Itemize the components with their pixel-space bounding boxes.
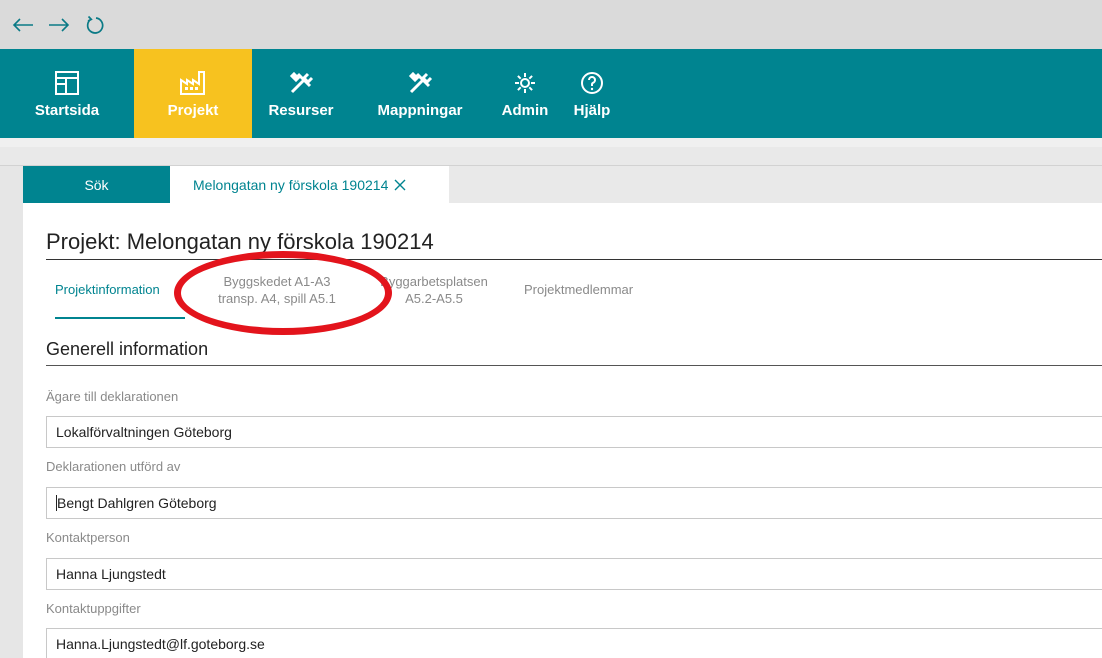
nav-item-resurser[interactable]: Resurser [252, 49, 350, 138]
subtab-label: Projektmedlemmar [524, 282, 634, 297]
tab-project[interactable]: Melongatan ny förskola 190214 [170, 166, 449, 203]
subtab-byggarbetsplatsen[interactable]: Byggarbetsplatsen A5.2-A5.5 [374, 273, 494, 307]
subtab-label: Projektinformation [55, 282, 160, 297]
document-tabs: Sök Melongatan ny förskola 190214 [23, 166, 1102, 203]
project-panel: Projekt: Melongatan ny förskola 190214 P… [23, 203, 1102, 658]
contact-person-field[interactable]: Hanna Ljungstedt [46, 558, 1102, 590]
tab-label: Melongatan ny förskola 190214 [193, 176, 389, 193]
dashboard-icon [54, 68, 80, 98]
subtab-label: Byggskedet A1-A3 [223, 274, 331, 289]
contact-person-label: Kontaktperson [46, 530, 130, 545]
subtab-sublabel: A5.2-A5.5 [405, 291, 463, 306]
nav-label: Admin [501, 102, 549, 119]
project-subtabs: Projektinformation Byggskedet A1-A3 tran… [46, 273, 1102, 319]
field-value: Bengt Dahlgren Göteborg [57, 495, 217, 511]
performed-by-label: Deklarationen utförd av [46, 459, 181, 474]
nav-label: Mappningar [377, 102, 463, 119]
field-value: Hanna Ljungstedt [56, 566, 166, 582]
close-icon[interactable] [394, 179, 406, 191]
nav-item-admin[interactable]: Admin [490, 49, 560, 138]
field-value: Hanna.Ljungstedt@lf.goteborg.se [56, 636, 265, 652]
section-title: Generell information [46, 339, 209, 359]
divider [46, 259, 1102, 260]
performed-by-field[interactable]: Bengt Dahlgren Göteborg [46, 487, 1102, 519]
active-tab-indicator [55, 317, 185, 319]
arrow-left-icon[interactable] [12, 14, 34, 36]
tools-icon [407, 68, 433, 98]
tools-icon [288, 68, 314, 98]
contact-details-field[interactable]: Hanna.Ljungstedt@lf.goteborg.se [46, 628, 1102, 658]
help-icon [580, 68, 604, 98]
subtab-projektmedlemmar[interactable]: Projektmedlemmar [524, 281, 674, 298]
left-gutter [0, 166, 23, 658]
nav-item-hjalp[interactable]: Hjälp [560, 49, 624, 138]
subtab-label: Byggarbetsplatsen [380, 274, 488, 289]
subtab-sublabel: transp. A4, spill A5.1 [218, 291, 336, 306]
gear-icon [513, 68, 537, 98]
subtab-projektinformation[interactable]: Projektinformation [55, 281, 185, 319]
tab-label: Sök [84, 176, 109, 193]
divider [46, 365, 1102, 366]
main-navigation: Startsida Projekt Resurser Mappningar Ad… [0, 49, 1102, 138]
field-value: Lokalförvaltningen Göteborg [56, 424, 232, 440]
subtab-byggskedet[interactable]: Byggskedet A1-A3 transp. A4, spill A5.1 [202, 273, 352, 307]
nav-item-startsida[interactable]: Startsida [0, 49, 134, 138]
refresh-icon[interactable] [84, 14, 106, 36]
sub-header-bar [0, 138, 1102, 166]
nav-label: Resurser [268, 102, 334, 119]
arrow-right-icon[interactable] [48, 14, 70, 36]
nav-label: Hjälp [573, 102, 611, 119]
page-title: Projekt: Melongatan ny förskola 190214 [46, 229, 434, 254]
nav-item-projekt[interactable]: Projekt [134, 49, 252, 138]
browser-toolbar [0, 0, 1102, 49]
owner-field[interactable]: Lokalförvaltningen Göteborg [46, 416, 1102, 448]
nav-label: Projekt [167, 102, 219, 119]
tab-search[interactable]: Sök [23, 166, 170, 203]
nav-item-mappningar[interactable]: Mappningar [350, 49, 490, 138]
owner-label: Ägare till deklarationen [46, 389, 179, 404]
nav-label: Startsida [34, 102, 100, 119]
contact-details-label: Kontaktuppgifter [46, 601, 141, 616]
factory-chart-icon [179, 68, 207, 98]
